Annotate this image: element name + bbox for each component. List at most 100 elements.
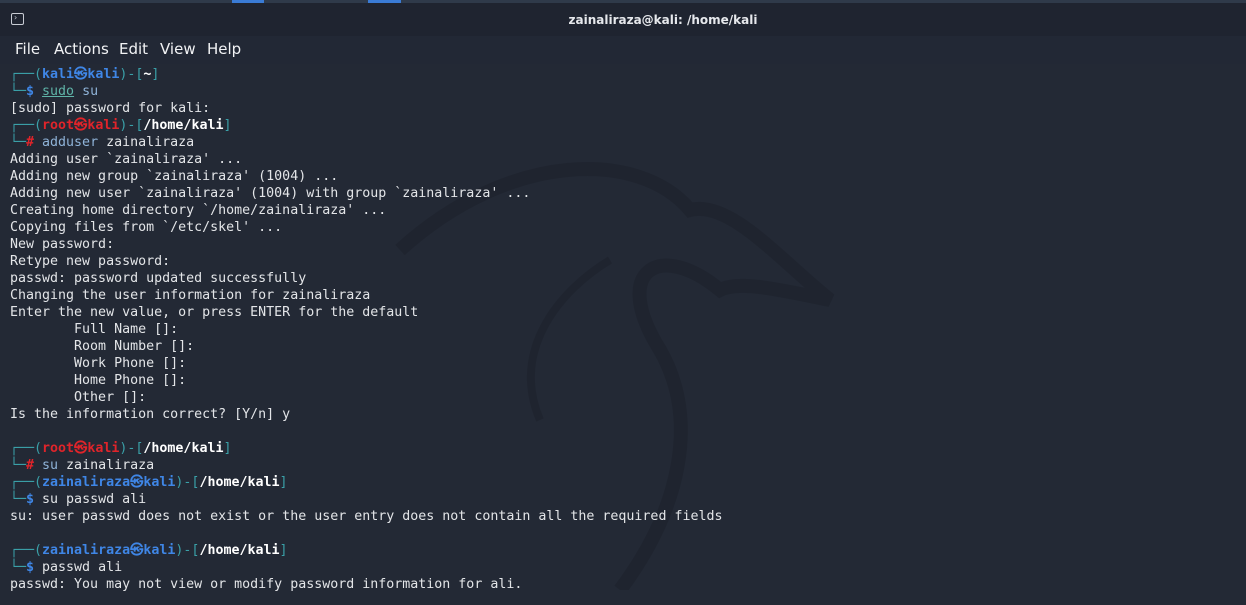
terminal-segment-frame: └─ xyxy=(10,84,27,99)
terminal-segment-out: ali xyxy=(90,560,123,575)
terminal-segment-cmdb: su xyxy=(74,84,99,99)
terminal-segment-frame: ] xyxy=(279,475,288,490)
terminal-segment-path: /home/kali xyxy=(143,118,224,133)
terminal-line: ┌──(kali㉿kali)-[~] xyxy=(10,66,722,83)
terminal-segment-frame: )-[ xyxy=(175,543,200,558)
terminal-line: ┌──(zainaliraza㉿kali)-[/home/kali] xyxy=(10,542,722,559)
terminal-segment-out: passwd ali xyxy=(58,492,147,507)
terminal-line: Work Phone []: xyxy=(10,355,722,372)
terminal-segment-out: Copying files from `/etc/skel' ... xyxy=(10,220,283,235)
terminal-line: ┌──(root㉿kali)-[/home/kali] xyxy=(10,440,722,457)
menu-view[interactable]: View xyxy=(160,40,196,58)
terminal-segment-out: Changing the user information for zainal… xyxy=(10,288,371,303)
terminal-segment-frame: )-[ xyxy=(119,441,144,456)
terminal-segment-out: zainaliraza xyxy=(58,458,155,473)
terminal-segment-frame: ┌──( xyxy=(10,543,43,558)
terminal-segment-out: passwd: You may not view or modify passw… xyxy=(10,577,523,592)
terminal-segment-out: Adding user `zainaliraza' ... xyxy=(10,152,243,167)
terminal-line: passwd: password updated successfully xyxy=(10,270,722,287)
terminal-line: Creating home directory `/home/zainalira… xyxy=(10,202,722,219)
terminal-segment-dollar: $ xyxy=(26,492,43,507)
terminal-segment-frame: ] xyxy=(223,441,232,456)
terminal-segment-path: /home/kali xyxy=(143,441,224,456)
terminal-segment-cmdb: su xyxy=(42,458,59,473)
terminal-line: Home Phone []: xyxy=(10,372,722,389)
terminal-segment-frame: )-[ xyxy=(119,67,144,82)
terminal-segment-frame: )-[ xyxy=(175,475,200,490)
terminal-line: ┌──(zainaliraza㉿kali)-[/home/kali] xyxy=(10,474,722,491)
terminal-segment-frame: ┌──( xyxy=(10,475,43,490)
terminal-segment-out: Full Name []: xyxy=(10,322,179,337)
terminal-segment-dollar: $ xyxy=(26,560,43,575)
terminal-segment-frame: ┌──( xyxy=(10,67,43,82)
terminal-line: └─$ sudo su xyxy=(10,83,722,100)
menu-actions[interactable]: Actions xyxy=(54,40,109,58)
terminal-segment-out: su: user passwd does not exist or the us… xyxy=(10,509,723,524)
terminal-segment-ubl: kali㉿kali xyxy=(42,67,120,82)
terminal-segment-out: Room Number []: xyxy=(10,339,195,354)
terminal-segment-cmdg: sudo xyxy=(42,84,75,99)
terminal-segment-out: Other []: xyxy=(10,390,147,405)
terminal-line: Other []: xyxy=(10,389,722,406)
terminal-segment-ured: root㉿kali xyxy=(42,441,120,456)
terminal-segment-frame: )-[ xyxy=(119,118,144,133)
terminal-line: Full Name []: xyxy=(10,321,722,338)
terminal-segment-path: /home/kali xyxy=(199,543,280,558)
terminal-line: Adding new user `zainaliraza' (1004) wit… xyxy=(10,185,722,202)
menu-help[interactable]: Help xyxy=(207,40,241,58)
menu-edit[interactable]: Edit xyxy=(119,40,148,58)
terminal-segment-out: passwd xyxy=(42,560,91,575)
terminal-line: su: user passwd does not exist or the us… xyxy=(10,508,722,525)
terminal-segment-out: zainaliraza xyxy=(98,135,195,150)
terminal-line: Enter the new value, or press ENTER for … xyxy=(10,304,722,321)
terminal-line: Room Number []: xyxy=(10,338,722,355)
terminal-line: └─# adduser zainaliraza xyxy=(10,134,722,151)
menu-bar: File Actions Edit View Help xyxy=(0,36,1246,64)
terminal-line: passwd: You may not view or modify passw… xyxy=(10,576,722,593)
terminal-segment-hash: # xyxy=(26,458,43,473)
terminal-segment-hash: # xyxy=(26,135,43,150)
terminal-segment-out: Retype new password: xyxy=(10,254,171,269)
terminal-segment-frame: └─ xyxy=(10,492,27,507)
terminal-segment-frame: └─ xyxy=(10,560,27,575)
terminal-segment-out: Creating home directory `/home/zainalira… xyxy=(10,203,387,218)
terminal-line: └─$ passwd ali xyxy=(10,559,722,576)
terminal-segment-frame: └─ xyxy=(10,135,27,150)
terminal-line: Is the information correct? [Y/n] y xyxy=(10,406,722,423)
terminal-segment-ured: root㉿kali xyxy=(42,118,120,133)
terminal-line: Adding new group `zainaliraza' (1004) ..… xyxy=(10,168,722,185)
title-bar: › zainaliraza@kali: /home/kali xyxy=(0,3,1246,36)
terminal-line: Adding user `zainaliraza' ... xyxy=(10,151,722,168)
terminal-segment-frame: ┌──( xyxy=(10,118,43,133)
terminal-line: Copying files from `/etc/skel' ... xyxy=(10,219,722,236)
terminal-segment-out: New password: xyxy=(10,237,115,252)
terminal-line: Retype new password: xyxy=(10,253,722,270)
terminal-line: └─$ su passwd ali xyxy=(10,491,722,508)
terminal-segment-out: su xyxy=(42,492,59,507)
terminal-segment-out: passwd: password updated successfully xyxy=(10,271,307,286)
terminal-segment-ubl: zainaliraza㉿kali xyxy=(42,475,176,490)
terminal-segment-frame: └─ xyxy=(10,458,27,473)
terminal-segment-out: Adding new group `zainaliraza' (1004) ..… xyxy=(10,169,339,184)
terminal-line: Changing the user information for zainal… xyxy=(10,287,722,304)
terminal-segment-frame: ] xyxy=(279,543,288,558)
terminal-segment-ubl: zainaliraza㉿kali xyxy=(42,543,176,558)
terminal-line: └─# su zainaliraza xyxy=(10,457,722,474)
terminal-output[interactable]: ┌──(kali㉿kali)-[~] └─$ sudo su [sudo] pass… xyxy=(10,66,722,593)
terminal-segment-path: /home/kali xyxy=(199,475,280,490)
terminal-segment-frame: ] xyxy=(223,118,232,133)
terminal-line: ┌──(root㉿kali)-[/home/kali] xyxy=(10,117,722,134)
terminal-segment-out: Enter the new value, or press ENTER for … xyxy=(10,305,419,320)
terminal-segment-out: Home Phone []: xyxy=(10,373,187,388)
terminal-segment-out: Adding new user `zainaliraza' (1004) wit… xyxy=(10,186,531,201)
menu-file[interactable]: File xyxy=(15,40,40,58)
terminal-segment-frame: ] xyxy=(151,67,160,82)
terminal-segment-out: Is the information correct? [Y/n] y xyxy=(10,407,291,422)
terminal-line: [sudo] password for kali: xyxy=(10,100,722,117)
terminal-segment-cmdb: adduser xyxy=(42,135,99,150)
terminal-segment-out: Work Phone []: xyxy=(10,356,187,371)
terminal-segment-frame: ┌──( xyxy=(10,441,43,456)
terminal-segment-dollar: $ xyxy=(26,84,43,99)
